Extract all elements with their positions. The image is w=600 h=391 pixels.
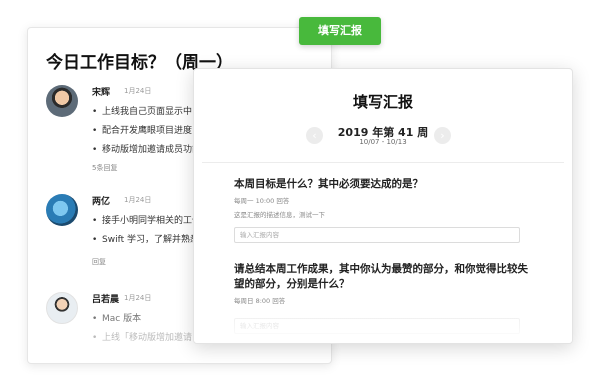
dialog-title: 填写汇报: [352, 93, 413, 111]
post-list-item: Mac 版本: [92, 310, 192, 329]
post-list-item: 接手小明同学相关的工作: [92, 212, 201, 231]
reply-link[interactable]: 回复: [92, 257, 106, 267]
post-date: 1月24日: [124, 294, 152, 302]
post-author[interactable]: 吕若晨: [92, 292, 119, 305]
post-author[interactable]: 两亿: [92, 194, 110, 207]
question-title: 本周目标是什么？其中必须要达成的是？: [234, 178, 423, 190]
post-date: 1月24日: [124, 87, 152, 95]
post-list: Mac 版本 上线「移动版增加邀请: [92, 310, 192, 348]
avatar[interactable]: [46, 292, 78, 324]
week-range: 10/07 - 10/13: [359, 138, 407, 146]
question-block: 本周目标是什么？其中必须要达成的是？ 每周一 10:00 回答 这是汇报的描述信…: [234, 177, 534, 243]
report-answer-input[interactable]: [234, 227, 520, 243]
scroll-fade: [194, 303, 572, 343]
divider: [202, 162, 564, 163]
question-title: 请总结本周工作成果，其中你认为最赞的部分，和你觉得比较失望的部分，分别是什么？: [234, 263, 528, 290]
post-list-item: 移动版增加邀请成员功能: [92, 141, 201, 160]
post-list: 接手小明同学相关的工作 Swift 学习，了解并熟悉: [92, 212, 201, 250]
avatar[interactable]: [46, 85, 78, 117]
question-schedule: 每周一 10:00 回答: [234, 197, 290, 205]
post-list-item: 配合开发鹰眼项目进度: [92, 122, 201, 141]
chevron-right-icon[interactable]: ›: [434, 127, 451, 144]
post-list: 上线我自己页面显示中 配合开发鹰眼项目进度 移动版增加邀请成员功能: [92, 103, 201, 160]
reply-count-link[interactable]: 5条回复: [92, 163, 117, 173]
post-list-item: Swift 学习，了解并熟悉: [92, 231, 201, 250]
post-date: 1月24日: [124, 196, 152, 204]
fill-report-button[interactable]: 填写汇报: [299, 17, 381, 45]
post-list-item: 上线「移动版增加邀请: [92, 329, 192, 348]
avatar[interactable]: [46, 194, 78, 226]
post-author[interactable]: 宋辉: [92, 85, 110, 98]
question-description: 这是汇报的描述信息，测试一下: [234, 211, 325, 219]
post-list-item: 上线我自己页面显示中: [92, 103, 201, 122]
fill-report-dialog: 填写汇报 ‹ 2019 年第 41 周 10/07 - 10/13 › 本周目标…: [193, 68, 573, 344]
